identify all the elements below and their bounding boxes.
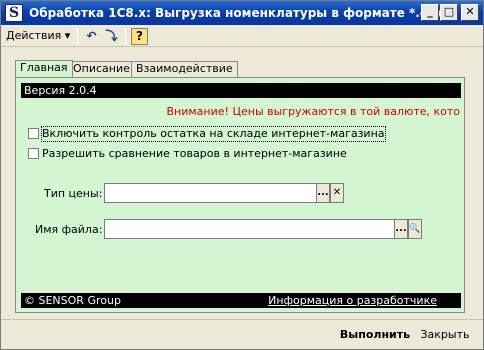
footer-bar: © SENSOR Group Информация о разработчике [21, 293, 461, 308]
price-type-select-button[interactable]: ... [316, 183, 330, 203]
tab-description[interactable]: Описание [68, 61, 135, 77]
command-bar: Выполнить Закрыть [1, 319, 483, 349]
stock-control-checkbox[interactable] [28, 128, 39, 139]
toolbar-separator [77, 28, 78, 45]
chevron-down-icon: ▾ [64, 29, 71, 42]
actions-menu-label: Действия [6, 29, 62, 42]
actions-menu-button[interactable]: Действия ▾ [6, 28, 70, 44]
maximize-button[interactable]: □ [440, 4, 458, 21]
search-icon[interactable]: 🔍 [408, 219, 422, 239]
window-title: Обработка 1С8.x: Выгрузка номенклатуры в… [29, 6, 442, 20]
tab-interaction[interactable]: Взаимодействие [131, 61, 238, 77]
version-label: Версия 2.0.4 [21, 83, 461, 98]
toolbar-separator [125, 28, 126, 45]
form-area: Главная Описание Взаимодействие Версия 2… [8, 53, 478, 315]
price-type-input[interactable] [104, 183, 317, 203]
filename-select-button[interactable]: ... [394, 219, 408, 239]
undo-icon[interactable]: ↶ [83, 28, 100, 45]
close-window-button[interactable]: ✕ [461, 4, 479, 21]
copyright-text: © SENSOR Group [24, 294, 121, 307]
toolbar: Действия ▾ ↶ ⤵ ? [1, 25, 483, 47]
restore-values-icon[interactable]: ⤵ [103, 28, 120, 45]
main-window: S Обработка 1С8.x: Выгрузка номенклатуры… [0, 0, 484, 350]
developer-info-link[interactable]: Информация о разработчике [268, 293, 437, 308]
filename-input[interactable] [104, 219, 395, 239]
price-type-label: Тип цены: [44, 187, 103, 200]
execute-button[interactable]: Выполнить [338, 325, 412, 345]
stock-control-label[interactable]: Включить контроль остатка на складе инте… [41, 126, 386, 142]
title-bar[interactable]: S Обработка 1С8.x: Выгрузка номенклатуры… [1, 1, 483, 25]
clear-icon[interactable]: ✕ [330, 183, 344, 203]
filename-label: Имя файла: [35, 223, 103, 236]
help-icon[interactable]: ? [131, 28, 148, 45]
close-button[interactable]: Закрыть [418, 325, 472, 345]
app-logo-icon: S [5, 4, 23, 22]
tab-main[interactable]: Главная [15, 60, 73, 77]
compare-checkbox[interactable] [28, 148, 39, 159]
minimize-button[interactable]: _ [421, 4, 439, 21]
currency-warning: Внимание! Цены выгружаются в той валюте,… [166, 105, 461, 118]
compare-label[interactable]: Разрешить сравнение товаров в интернет-м… [42, 147, 347, 161]
main-tab-panel: Версия 2.0.4 Внимание! Цены выгружаются … [15, 77, 465, 313]
